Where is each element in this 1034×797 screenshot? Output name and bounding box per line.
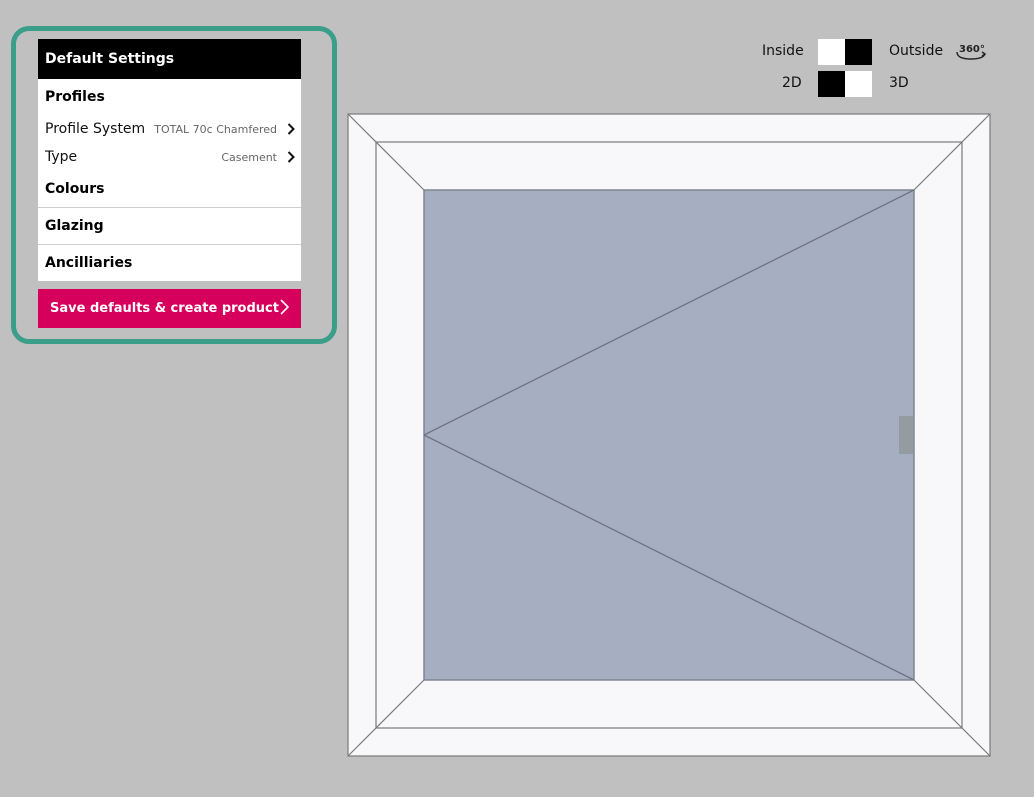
window-handle [899,416,913,454]
window-preview [347,113,991,757]
glass-pane [423,189,915,681]
